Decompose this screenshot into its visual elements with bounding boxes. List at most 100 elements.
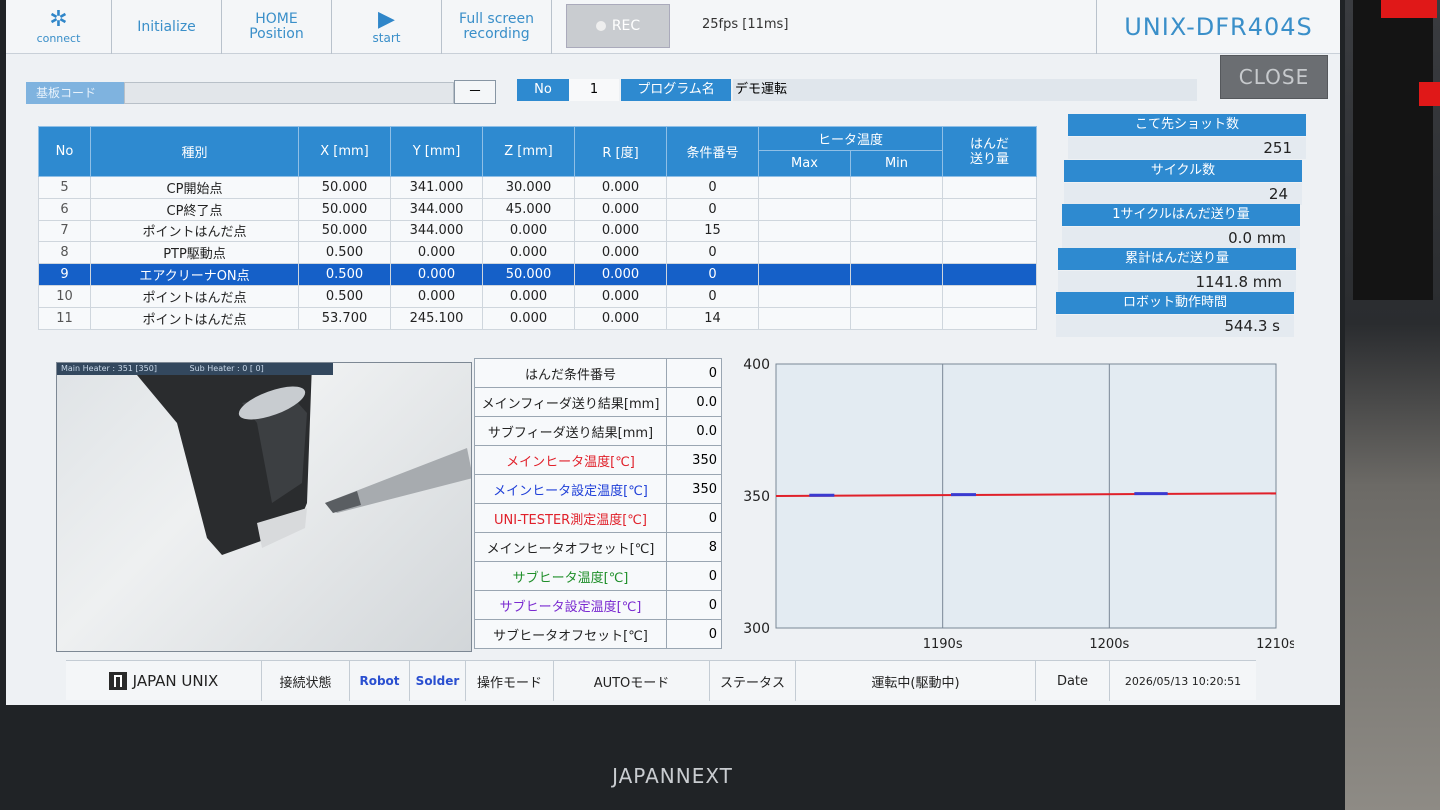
cell-x: 53.700 xyxy=(298,306,391,330)
cell-y: 0.000 xyxy=(390,263,483,286)
cell-empty xyxy=(850,284,943,308)
cell-x: 0.500 xyxy=(298,284,391,308)
cell-empty xyxy=(850,176,943,199)
cell-r: 0.000 xyxy=(574,284,667,308)
cell-empty xyxy=(850,241,943,265)
table-row[interactable]: 6 CP終了点 50.000 344.000 45.000 0.000 0 xyxy=(38,197,1037,221)
background-booth xyxy=(1345,0,1440,810)
rec-label: REC xyxy=(611,18,641,34)
status-value: 運転中(駆動中) xyxy=(796,661,1036,701)
cell-empty xyxy=(942,197,1037,221)
cell-cond: 0 xyxy=(666,263,759,286)
temperature-chart-svg: 1190s 1200s 1210s 400 350 300 xyxy=(743,357,1296,652)
cell-empty xyxy=(942,176,1037,199)
fullscreen-label: Full screen xyxy=(459,11,534,27)
counter-label: こて先ショット数 xyxy=(1068,114,1306,136)
connect-button[interactable]: ✲ connect xyxy=(6,0,112,54)
camera-overlay-main: Main Heater : 351 [350] xyxy=(61,364,157,373)
table-row[interactable]: 5 CP開始点 50.000 341.000 30.000 0.000 0 xyxy=(38,176,1037,199)
cell-cond: 0 xyxy=(666,284,759,308)
cell-empty xyxy=(942,284,1037,308)
table-row[interactable]: 9 エアクリーナON点 0.500 0.000 50.000 0.000 0 xyxy=(38,263,1037,286)
cell-empty xyxy=(758,219,851,243)
param-row: サブヒータ設定温度[℃] 0 xyxy=(474,590,722,620)
cell-no: 10 xyxy=(38,284,91,308)
counter-label: 1サイクルはんだ送り量 xyxy=(1062,204,1300,226)
board-code-dash-button[interactable]: － xyxy=(454,80,496,104)
date-value: 2026/05/13 10:20:51 xyxy=(1124,674,1242,688)
cell-y: 0.000 xyxy=(390,241,483,265)
cell-empty xyxy=(850,197,943,221)
cell-empty xyxy=(850,219,943,243)
table-row[interactable]: 7 ポイントはんだ点 50.000 344.000 0.000 0.000 15 xyxy=(38,219,1037,243)
cell-type: エアクリーナON点 xyxy=(90,263,299,286)
recording-label: recording xyxy=(463,26,530,42)
monitor-brand: JAPANNEXT xyxy=(612,764,733,788)
fullscreen-recording-button[interactable]: Full screen recording xyxy=(442,0,552,54)
home-position-button[interactable]: HOME Position xyxy=(222,0,332,54)
col-r: R [度] xyxy=(574,126,667,177)
param-row: メインヒータオフセット[℃] 8 xyxy=(474,532,722,562)
position-label: Position xyxy=(249,26,304,42)
param-label: メインヒータオフセット[℃] xyxy=(474,532,667,562)
cell-empty xyxy=(758,241,851,265)
param-label: サブヒータ設定温度[℃] xyxy=(474,590,667,620)
cell-empty xyxy=(758,197,851,221)
cell-type: ポイントはんだ点 xyxy=(90,284,299,308)
counter-value: 24 xyxy=(1064,183,1302,205)
param-label: メインヒータ設定温度[℃] xyxy=(474,474,667,504)
col-heater-temp: ヒータ温度 xyxy=(758,126,943,151)
cell-r: 0.000 xyxy=(574,176,667,199)
table-row[interactable]: 8 PTP駆動点 0.500 0.000 0.000 0.000 0 xyxy=(38,241,1037,265)
cell-no: 7 xyxy=(38,219,91,243)
cell-empty xyxy=(758,176,851,199)
col-solder-feed: はんだ 送り量 xyxy=(942,126,1037,177)
board-code-label: 基板コード xyxy=(26,82,124,104)
param-row: サブヒータオフセット[℃] 0 xyxy=(474,619,722,649)
param-label: UNI-TESTER測定温度[℃] xyxy=(474,503,667,533)
param-label: サブヒータオフセット[℃] xyxy=(474,619,667,649)
table-row[interactable]: 11 ポイントはんだ点 53.700 245.100 0.000 0.000 14 xyxy=(38,306,1037,330)
home-label: HOME xyxy=(255,11,298,27)
cell-x: 50.000 xyxy=(298,197,391,221)
param-value: 0 xyxy=(666,561,722,591)
program-name-label: プログラム名 xyxy=(621,79,731,101)
cell-y: 344.000 xyxy=(390,197,483,221)
counter-value: 0.0 mm xyxy=(1062,227,1300,249)
cell-empty xyxy=(942,306,1037,330)
cell-y: 341.000 xyxy=(390,176,483,199)
param-label: メインヒータ温度[℃] xyxy=(474,445,667,475)
start-button[interactable]: ▶ start xyxy=(332,0,442,54)
program-no-label: No xyxy=(517,79,569,101)
cell-empty xyxy=(942,219,1037,243)
status-bar: JAPAN UNIX 接続状態 Robot Solder 操作モード AUTOモ… xyxy=(66,660,1256,701)
cell-x: 50.000 xyxy=(298,219,391,243)
cell-empty xyxy=(758,306,851,330)
param-row: サブヒータ温度[℃] 0 xyxy=(474,561,722,591)
param-value: 350 xyxy=(666,445,722,475)
rec-button[interactable]: REC xyxy=(566,4,670,48)
cell-y: 245.100 xyxy=(390,306,483,330)
cell-empty xyxy=(758,263,851,286)
table-row[interactable]: 10 ポイントはんだ点 0.500 0.000 0.000 0.000 0 xyxy=(38,284,1037,308)
counter-label: 累計はんだ送り量 xyxy=(1058,248,1296,270)
chart-x-tick-label: 1190s xyxy=(923,637,963,652)
col-x: X [mm] xyxy=(298,126,391,177)
col-type: 種別 xyxy=(90,126,299,177)
record-dot-icon xyxy=(595,21,606,31)
col-z: Z [mm] xyxy=(482,126,575,177)
cell-type: CP開始点 xyxy=(90,176,299,199)
cell-cond: 0 xyxy=(666,241,759,265)
date-label: Date xyxy=(1036,661,1110,701)
cell-z: 30.000 xyxy=(482,176,575,199)
close-button[interactable]: CLOSE xyxy=(1220,55,1328,99)
initialize-button[interactable]: Initialize xyxy=(112,0,222,54)
param-label: サブヒータ温度[℃] xyxy=(474,561,667,591)
cell-type: ポイントはんだ点 xyxy=(90,219,299,243)
play-icon: ▶ xyxy=(378,6,395,32)
param-value: 0 xyxy=(666,358,722,388)
board-code-field[interactable] xyxy=(124,82,454,104)
temperature-chart: 1190s 1200s 1210s 400 350 300 xyxy=(734,352,1296,652)
cell-x: 0.500 xyxy=(298,263,391,286)
param-row: メインヒータ設定温度[℃] 350 xyxy=(474,474,722,504)
